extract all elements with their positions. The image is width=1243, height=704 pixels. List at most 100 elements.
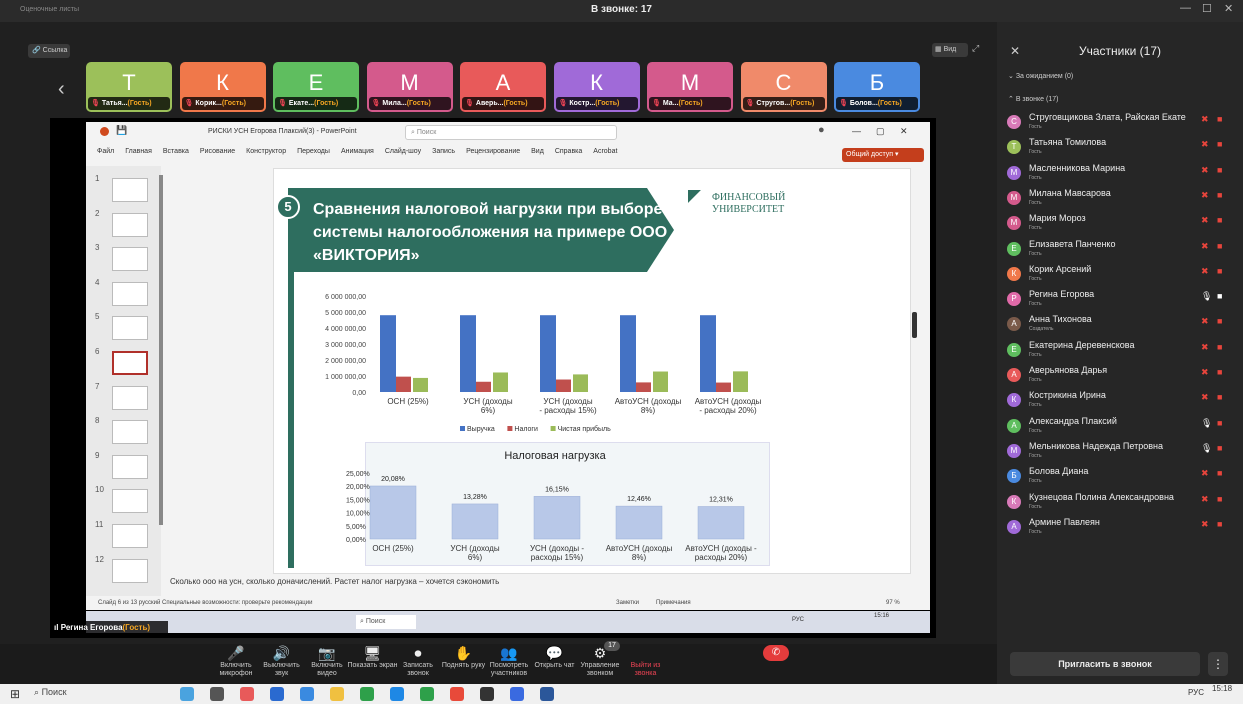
app-icon-3[interactable] bbox=[300, 687, 314, 701]
control-button[interactable]: ✋ Поднять руку bbox=[439, 644, 489, 670]
participant-tile[interactable]: А 🎙 Аверь...(Гость) bbox=[460, 62, 546, 112]
participant-tile[interactable]: Е 🎙 Екате...(Гость) bbox=[273, 62, 359, 112]
control-button[interactable]: 🖥 Показать экран bbox=[348, 644, 398, 670]
chevron-left-icon[interactable]: ‹ bbox=[58, 78, 65, 101]
pp-search-input[interactable]: ⌕ Поиск bbox=[405, 125, 617, 140]
participant-row[interactable]: М Милана Мавсарова Гость ✖ ■ bbox=[1005, 188, 1235, 212]
slide-scrollbar[interactable] bbox=[912, 312, 917, 338]
slide-thumbnail[interactable] bbox=[112, 316, 148, 341]
participant-row[interactable]: М Мельникова Надежда Петровна Гость 🎙 ■ bbox=[1005, 441, 1235, 465]
participant-row[interactable]: Е Екатерина Деревенскова Гость ✖ ■ bbox=[1005, 340, 1235, 364]
close-icon[interactable]: ✕ bbox=[1224, 2, 1233, 15]
app-icon-2[interactable] bbox=[270, 687, 284, 701]
edge-icon[interactable] bbox=[390, 687, 404, 701]
participant-row[interactable]: А Александра Плаксий Гость 🎙 ■ bbox=[1005, 416, 1235, 440]
app-icon-1[interactable] bbox=[240, 687, 254, 701]
participant-tile[interactable]: С 🎙 Стругов...(Гость) bbox=[740, 62, 827, 112]
participant-row[interactable]: С Струговщикова Злата, Райская Екате Гость… bbox=[1005, 112, 1235, 136]
control-button[interactable]: 👥 Посмотреть участников bbox=[484, 644, 534, 678]
control-button[interactable]: 🎤 Включить микрофон bbox=[211, 644, 261, 678]
participant-row[interactable]: Б Болова Диана Гость ✖ ■ bbox=[1005, 466, 1235, 490]
share-button[interactable]: Общий доступ ▾ bbox=[842, 148, 924, 162]
participant-tile[interactable]: К 🎙 Костр...(Гость) bbox=[553, 62, 640, 112]
windows-start-icon[interactable]: ⊞ bbox=[10, 687, 20, 701]
taskbar-search[interactable]: ⌕ Поиск bbox=[34, 687, 154, 701]
participant-row[interactable]: Р Регина Егорова Гость 🎙 ■ bbox=[1005, 289, 1235, 313]
participant-row[interactable]: К Кузнецова Полина Александровна Гость ✖ ■ bbox=[1005, 492, 1235, 516]
participant-tile[interactable]: М 🎙 Мила...(Гость) bbox=[366, 62, 453, 112]
slide-thumbnail[interactable] bbox=[112, 178, 148, 202]
comments-toggle[interactable]: Примечания bbox=[656, 600, 691, 606]
participant-row[interactable]: К Кострикина Ирина Гость ✖ ■ bbox=[1005, 390, 1235, 414]
end-call-icon[interactable]: ✆ bbox=[763, 645, 789, 661]
incall-section[interactable]: ⌃ В звонке (17) bbox=[1008, 95, 1058, 103]
ribbon-tab[interactable]: Вид bbox=[531, 148, 544, 155]
yandex-icon[interactable] bbox=[450, 687, 464, 701]
ribbon-tab[interactable]: Рецензирование bbox=[466, 148, 520, 155]
expand-icon[interactable]: ⤢ bbox=[972, 43, 979, 54]
ribbon-tab[interactable]: Главная bbox=[125, 148, 152, 155]
ribbon-tab[interactable]: Acrobat bbox=[593, 148, 617, 155]
slide-thumbnail[interactable] bbox=[112, 385, 148, 410]
ribbon-tab[interactable]: Вставка bbox=[163, 148, 189, 155]
participant-row[interactable]: А Армине Павлеян Гость ✖ ■ bbox=[1005, 517, 1235, 541]
speaker-notes[interactable]: Сколько ооо на усн, сколько доначислений… bbox=[170, 577, 499, 586]
control-button[interactable]: ⏺ Записать звонок bbox=[393, 644, 443, 678]
ribbon-tab[interactable]: Конструктор bbox=[246, 148, 286, 155]
control-button[interactable]: 🔊 Выключить звук bbox=[257, 644, 307, 678]
view-button[interactable]: ▦ Вид bbox=[932, 43, 968, 57]
slide-thumbnail[interactable] bbox=[112, 524, 148, 548]
word-icon[interactable] bbox=[540, 687, 554, 701]
control-button[interactable]: 📷 Включить видео bbox=[302, 644, 352, 678]
participant-row[interactable]: М Мария Мороз Гость ✖ ■ bbox=[1005, 213, 1235, 237]
explorer-icon[interactable] bbox=[330, 687, 344, 701]
slide-thumbnail[interactable] bbox=[112, 351, 148, 375]
slide-thumbnail[interactable] bbox=[112, 489, 148, 514]
pp-minimize-icon[interactable]: — bbox=[852, 126, 861, 136]
participant-row[interactable]: А Аверьянова Дарья Гость ✖ ■ bbox=[1005, 365, 1235, 389]
zoom-level[interactable]: 97 % bbox=[886, 600, 900, 606]
participant-tile[interactable]: К 🎙 Корик...(Гость) bbox=[179, 62, 266, 112]
app-icon-5[interactable] bbox=[420, 687, 434, 701]
participant-tile[interactable]: М 🎙 Ма...(Гость) bbox=[647, 62, 733, 112]
ribbon-tab[interactable]: Справка bbox=[555, 148, 582, 155]
control-button[interactable]: 💬 Открыть чат bbox=[530, 644, 580, 670]
clock[interactable]: 15:18 bbox=[1212, 684, 1232, 693]
minimize-icon[interactable]: — bbox=[1180, 2, 1191, 14]
slide-thumbnail[interactable] bbox=[112, 420, 148, 445]
participant-row[interactable]: Е Елизавета Панченко Гость ✖ ■ bbox=[1005, 239, 1235, 263]
account-icon[interactable]: ● bbox=[818, 124, 825, 136]
widgets-icon[interactable] bbox=[180, 687, 194, 701]
chrome-icon[interactable] bbox=[480, 687, 494, 701]
maximize-icon[interactable]: ☐ bbox=[1202, 2, 1212, 15]
language-indicator[interactable]: РУС bbox=[1188, 688, 1204, 697]
more-options-icon[interactable]: ⋮ bbox=[1208, 652, 1228, 676]
participant-row[interactable]: Т Татьяна Томилова Гость ✖ ■ bbox=[1005, 137, 1235, 161]
control-button[interactable]: Выйти из звонка bbox=[621, 644, 671, 678]
copy-link-button[interactable]: 🔗 Ссылка bbox=[28, 44, 70, 58]
ribbon-tab[interactable]: Переходы bbox=[297, 148, 330, 155]
ribbon-tab[interactable]: Запись bbox=[432, 148, 455, 155]
app-icon-6[interactable] bbox=[510, 687, 524, 701]
ribbon-tab[interactable]: Анимация bbox=[341, 148, 374, 155]
invite-button[interactable]: Пригласить в звонок bbox=[1010, 652, 1200, 676]
ribbon-tab[interactable]: Рисование bbox=[200, 148, 235, 155]
slide-thumbnail[interactable] bbox=[112, 454, 148, 479]
participant-tile[interactable]: Т 🎙 Татья...(Гость) bbox=[86, 62, 172, 112]
pp-close-icon[interactable]: ✕ bbox=[900, 126, 908, 137]
save-icon[interactable]: 💾 bbox=[116, 125, 127, 136]
pp-maximize-icon[interactable]: ▢ bbox=[876, 126, 885, 137]
participant-row[interactable]: М Масленникова Марина Гость ✖ ■ bbox=[1005, 163, 1235, 187]
notes-toggle[interactable]: Заметки bbox=[616, 600, 639, 606]
participant-row[interactable]: А Анна Тихонова Создатель ✖ ■ bbox=[1005, 314, 1235, 338]
participant-tile[interactable]: Б 🎙 Болов...(Гость) bbox=[834, 62, 920, 112]
slide-thumbnail[interactable] bbox=[112, 212, 148, 237]
participant-row[interactable]: К Корик Арсений Гость ✖ ■ bbox=[1005, 264, 1235, 288]
slide-thumbnail[interactable] bbox=[112, 247, 148, 272]
slide-thumbnail[interactable] bbox=[112, 558, 148, 583]
app-icon-4[interactable] bbox=[360, 687, 374, 701]
ribbon-tab[interactable]: Файл bbox=[97, 148, 114, 155]
slide-thumbnail[interactable] bbox=[112, 281, 148, 306]
waiting-section[interactable]: ⌄ За ожиданием (0) bbox=[1008, 72, 1073, 80]
thumbnail-scrollbar[interactable] bbox=[159, 175, 163, 525]
